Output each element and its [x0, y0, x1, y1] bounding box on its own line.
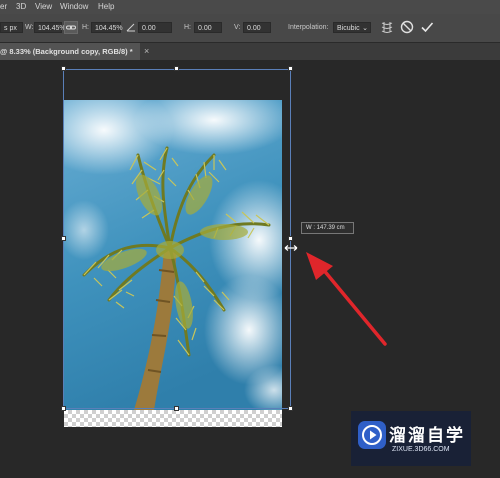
play-icon — [358, 421, 386, 449]
watermark-text: 溜溜自学 — [389, 426, 465, 445]
annotation-arrow — [306, 252, 387, 346]
watermark-url: ZIXUE.3D66.COM — [392, 446, 450, 453]
watermark: 溜溜自学 ZIXUE.3D66.COM — [351, 411, 471, 466]
